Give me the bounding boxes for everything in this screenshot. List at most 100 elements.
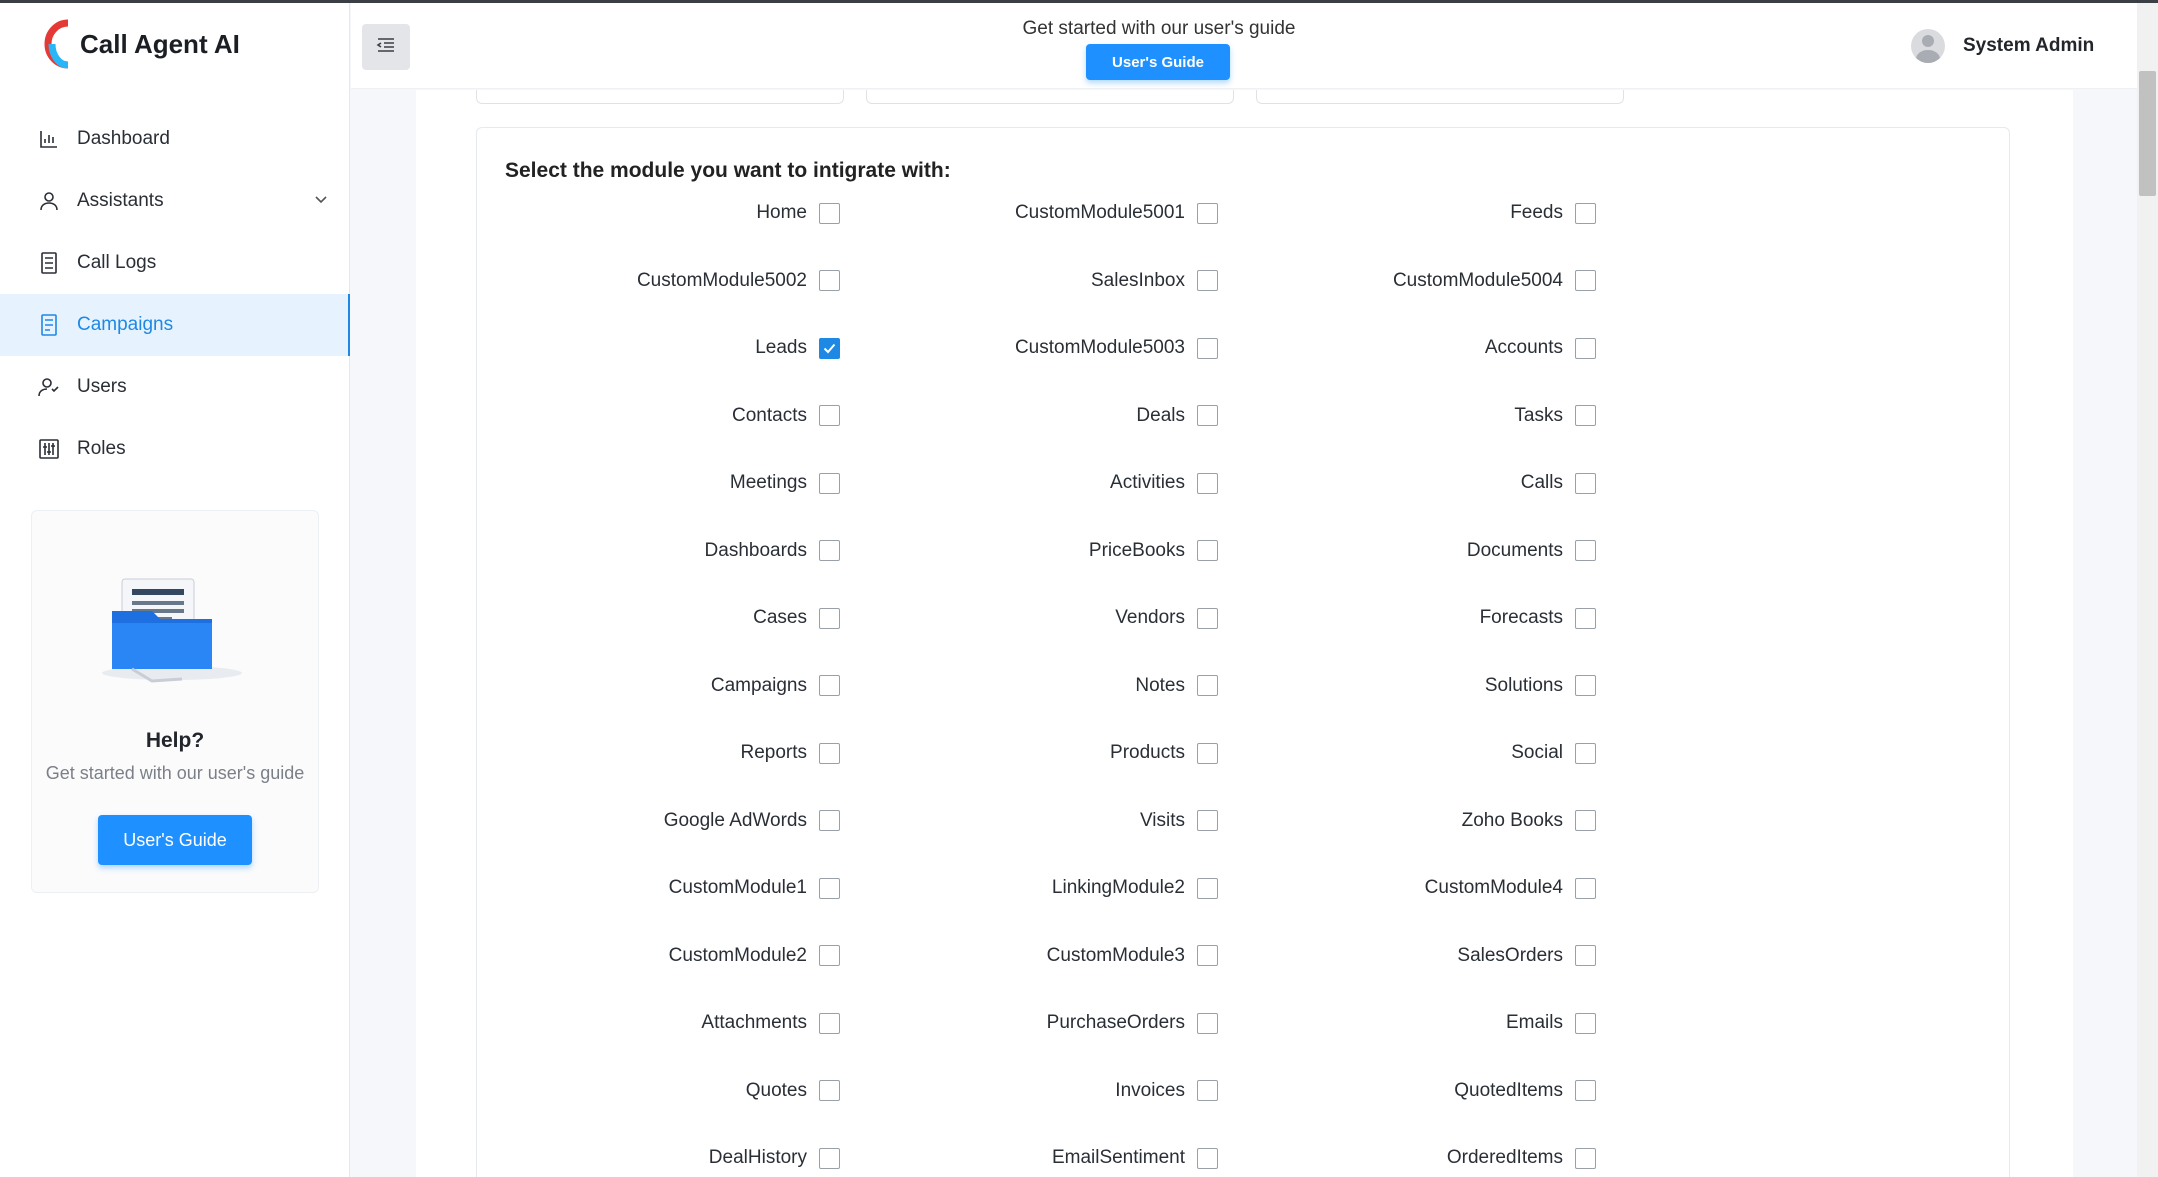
module-option[interactable]: Accounts bbox=[477, 333, 1596, 363]
module-checkbox[interactable] bbox=[1575, 675, 1596, 696]
module-option[interactable]: CustomModule5004 bbox=[477, 266, 1596, 296]
module-selection-card: Select the module you want to intigrate … bbox=[476, 127, 2010, 1177]
help-card: Help? Get started with our user's guide … bbox=[31, 510, 319, 893]
users-icon bbox=[37, 375, 61, 399]
user-icon bbox=[37, 189, 61, 213]
module-option[interactable]: Calls bbox=[477, 468, 1596, 498]
module-row: Attachments PurchaseOrders Emails bbox=[477, 1008, 2011, 1076]
sidebar-item-roles[interactable]: Roles bbox=[0, 418, 350, 480]
sidebar-item-dashboard[interactable]: Dashboard bbox=[0, 108, 350, 170]
module-row: Contacts Deals Tasks bbox=[477, 401, 2011, 469]
module-option-label: SalesOrders bbox=[1457, 944, 1563, 966]
campaign-doc-icon bbox=[37, 313, 61, 337]
logo-mark-icon bbox=[42, 19, 72, 69]
sidebar-item-assistants[interactable]: Assistants bbox=[0, 170, 350, 232]
module-option-label: Accounts bbox=[1484, 337, 1563, 358]
summary-card-3 bbox=[1256, 90, 1624, 104]
sidebar-item-label: Roles bbox=[77, 438, 126, 459]
header-guide-text: Get started with our user's guide bbox=[1022, 18, 1296, 39]
help-folder-illustration bbox=[92, 571, 272, 691]
module-option[interactable]: Forecasts bbox=[477, 603, 1596, 633]
list-doc-icon bbox=[37, 251, 61, 275]
module-option-label: QuotedItems bbox=[1454, 1079, 1563, 1101]
module-checkbox[interactable] bbox=[1575, 1147, 1596, 1169]
module-row: CustomModule2 CustomModule3 SalesOrders bbox=[477, 941, 2011, 1009]
module-option[interactable]: Social bbox=[477, 738, 1596, 768]
sidebar-nav: Dashboard Assistants Call Logs Campaigns bbox=[0, 108, 350, 480]
module-option-label: Documents bbox=[1466, 539, 1563, 561]
module-option[interactable]: Emails bbox=[477, 1008, 1596, 1038]
module-checkbox-grid: Home CustomModule5001 Feeds CustomModule500… bbox=[477, 198, 2011, 1177]
module-row: Meetings Activities Calls bbox=[477, 468, 2011, 536]
module-option[interactable]: QuotedItems bbox=[477, 1076, 1596, 1106]
module-checkbox[interactable] bbox=[1575, 202, 1596, 224]
module-row: Dashboards PriceBooks Documents bbox=[477, 536, 2011, 604]
module-option-label: Solutions bbox=[1484, 674, 1563, 696]
module-option-label: Emails bbox=[1505, 1012, 1563, 1033]
module-option-label: CustomModule4 bbox=[1424, 877, 1563, 898]
module-row: Quotes Invoices QuotedItems bbox=[477, 1076, 2011, 1144]
sidebar-item-campaigns[interactable]: Campaigns bbox=[0, 294, 350, 356]
scrollbar-thumb[interactable] bbox=[2139, 71, 2156, 196]
sidebar-item-call-logs[interactable]: Call Logs bbox=[0, 232, 350, 294]
module-checkbox[interactable] bbox=[1575, 877, 1596, 899]
module-row: Cases Vendors Forecasts bbox=[477, 603, 2011, 671]
module-row: Leads CustomModule5003 Accounts bbox=[477, 333, 2011, 401]
module-row: CustomModule1 LinkingModule2 CustomModule4 bbox=[477, 873, 2011, 941]
module-checkbox[interactable] bbox=[1575, 1012, 1596, 1034]
sidebar-item-label: Assistants bbox=[77, 190, 164, 211]
module-checkbox[interactable] bbox=[1575, 810, 1596, 831]
chevron-down-icon[interactable] bbox=[314, 190, 328, 212]
module-checkbox[interactable] bbox=[1575, 945, 1596, 966]
module-selection-title: Select the module you want to intigrate … bbox=[505, 159, 951, 182]
module-checkbox[interactable] bbox=[1575, 337, 1596, 359]
module-option-label: Zoho Books bbox=[1461, 809, 1563, 831]
module-checkbox[interactable] bbox=[1575, 405, 1596, 426]
module-row: CustomModule5002 SalesInbox CustomModule50… bbox=[477, 266, 2011, 334]
module-option-label: Forecasts bbox=[1479, 607, 1563, 628]
module-row: DealHistory EmailSentiment OrderedItems bbox=[477, 1143, 2011, 1177]
app-name: Call Agent AI bbox=[80, 28, 240, 59]
header-users-guide-button[interactable]: User's Guide bbox=[1086, 44, 1230, 80]
module-option[interactable]: CustomModule4 bbox=[477, 873, 1596, 903]
module-option[interactable]: Tasks bbox=[477, 401, 1596, 431]
summary-card-1 bbox=[476, 90, 844, 104]
module-checkbox[interactable] bbox=[1575, 1080, 1596, 1101]
module-row: Home CustomModule5001 Feeds bbox=[477, 198, 2011, 266]
page-scrollbar[interactable] bbox=[2137, 3, 2158, 1177]
user-name: System Admin bbox=[1963, 35, 2095, 56]
app-logo[interactable]: Call Agent AI bbox=[42, 19, 240, 69]
avatar bbox=[1911, 29, 1945, 63]
sidebar-item-label: Dashboard bbox=[77, 128, 170, 149]
help-title: Help? bbox=[145, 729, 205, 752]
sidebar-item-label: Campaigns bbox=[77, 314, 174, 335]
module-checkbox[interactable] bbox=[1575, 540, 1596, 561]
module-checkbox[interactable] bbox=[1575, 742, 1596, 764]
module-option-label: CustomModule5004 bbox=[1392, 269, 1563, 291]
user-menu[interactable]: System Admin bbox=[1911, 29, 2094, 63]
module-option[interactable]: Documents bbox=[477, 536, 1596, 566]
main-content: Select the module you want to intigrate … bbox=[416, 90, 2073, 1177]
module-option[interactable]: SalesOrders bbox=[477, 941, 1596, 971]
top-header: Get started with our user's guide User's… bbox=[351, 3, 2137, 89]
module-option[interactable]: Zoho Books bbox=[477, 806, 1596, 836]
sliders-icon bbox=[37, 437, 61, 461]
module-row: Campaigns Notes Solutions bbox=[477, 671, 2011, 739]
help-subtitle: Get started with our user's guide bbox=[45, 763, 305, 783]
sidebar-item-users[interactable]: Users bbox=[0, 356, 350, 418]
sidebar: Call Agent AI Dashboard Assistants Call … bbox=[0, 3, 350, 1177]
module-row: Google AdWords Visits Zoho Books bbox=[477, 806, 2011, 874]
module-option-label: OrderedItems bbox=[1446, 1147, 1563, 1168]
module-option-label: Calls bbox=[1520, 472, 1563, 493]
module-checkbox[interactable] bbox=[1575, 270, 1596, 291]
module-option[interactable]: OrderedItems bbox=[477, 1143, 1596, 1173]
module-option[interactable]: Feeds bbox=[477, 198, 1596, 228]
module-option-label: Social bbox=[1511, 742, 1563, 763]
sidebar-item-label: Users bbox=[77, 376, 127, 397]
module-option-label: Tasks bbox=[1514, 404, 1563, 426]
module-option[interactable]: Solutions bbox=[477, 671, 1596, 701]
sidebar-users-guide-button[interactable]: User's Guide bbox=[98, 815, 252, 865]
module-checkbox[interactable] bbox=[1575, 472, 1596, 494]
bar-chart-icon bbox=[37, 127, 61, 151]
module-checkbox[interactable] bbox=[1575, 607, 1596, 629]
